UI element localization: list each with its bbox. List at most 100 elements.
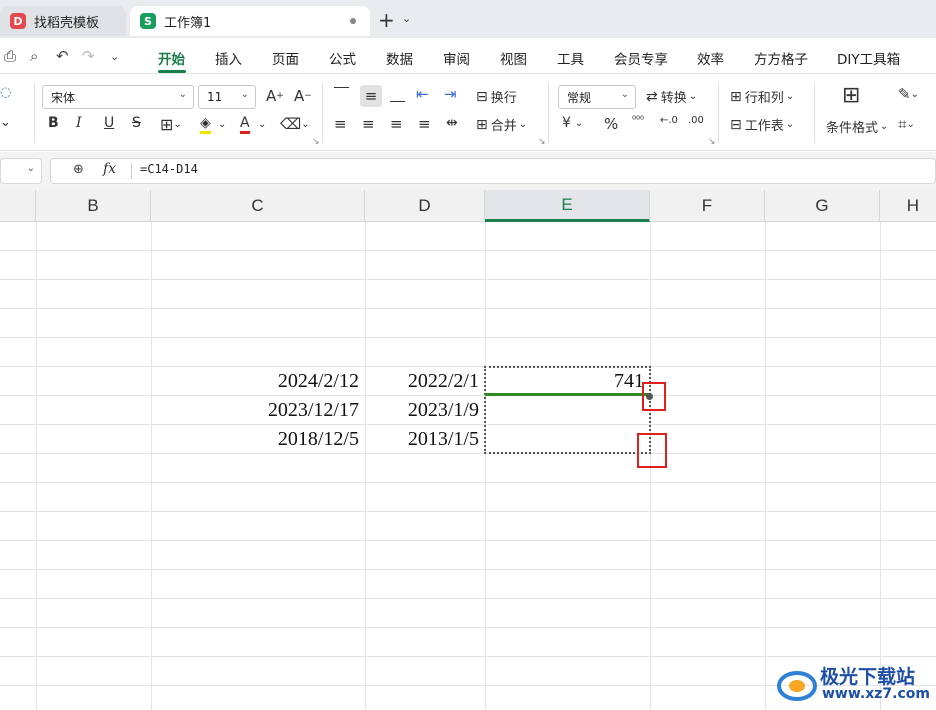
chevron-down-icon[interactable]: ⌄ bbox=[218, 119, 226, 130]
convert-button[interactable]: ⇄ 转换 ⌄ bbox=[646, 87, 698, 107]
align-middle-icon[interactable]: ≡ bbox=[360, 85, 382, 107]
redo-icon[interactable]: ↷ bbox=[82, 47, 95, 65]
distributed-align-icon[interactable]: ⇹ bbox=[446, 115, 458, 131]
align-right-icon[interactable]: ≡ bbox=[390, 115, 403, 133]
new-tab-plus-icon[interactable]: + bbox=[378, 8, 395, 32]
column-header-c[interactable]: C bbox=[151, 190, 365, 222]
shrink-font-icon[interactable]: A − bbox=[294, 87, 312, 105]
paste-options-icon[interactable]: ⌄ bbox=[0, 115, 11, 130]
increase-decimal-icon[interactable]: ←.0 bbox=[660, 115, 678, 126]
print-preview-icon[interactable]: ⌕ bbox=[30, 47, 38, 65]
name-box[interactable]: ⌄ bbox=[0, 158, 42, 184]
dialog-launcher-icon[interactable]: ↘ bbox=[538, 137, 546, 147]
column-header-h[interactable]: H bbox=[880, 190, 936, 222]
conditional-format-icon[interactable]: ⊞ bbox=[842, 83, 860, 108]
divider bbox=[718, 83, 719, 143]
cell-d16[interactable]: 2013/1/5 bbox=[365, 425, 485, 454]
tab-docer-templates[interactable]: D 找稻壳模板 bbox=[0, 6, 126, 36]
column-header-f[interactable]: F bbox=[650, 190, 765, 222]
gridline bbox=[880, 222, 881, 710]
watermark-title: 极光下载站 bbox=[820, 666, 916, 688]
dialog-launcher-icon[interactable]: ↘ bbox=[312, 137, 320, 147]
chevron-down-icon: ⌄ bbox=[688, 91, 698, 102]
thousands-separator-icon[interactable]: ⁰⁰⁰ bbox=[632, 115, 644, 126]
column-header-g[interactable]: G bbox=[765, 190, 880, 222]
rows-columns-button[interactable]: ⊞ 行和列 ⌄ bbox=[730, 87, 794, 107]
insert-function-button[interactable]: fx bbox=[103, 161, 116, 177]
column-header-b[interactable]: B bbox=[36, 190, 151, 222]
underline-button[interactable]: U bbox=[104, 115, 114, 131]
decrease-decimal-icon[interactable]: .00 bbox=[688, 115, 704, 126]
zoom-formula-icon[interactable]: ⊕ bbox=[73, 162, 84, 177]
grow-font-icon[interactable]: A + bbox=[266, 87, 284, 105]
menu-member[interactable]: 会员专享 bbox=[614, 48, 668, 68]
menu-fangfang[interactable]: 方方格子 bbox=[754, 48, 808, 68]
print-icon[interactable]: ⎙ bbox=[4, 47, 16, 65]
dialog-launcher-icon[interactable]: ↘ bbox=[708, 137, 716, 147]
divider bbox=[131, 163, 132, 179]
spreadsheet-grid[interactable]: B C D E F G H 2024/2/12 2022/2/1 741 202… bbox=[0, 190, 936, 710]
gridline bbox=[0, 308, 936, 309]
chevron-down-icon[interactable]: ⌄ bbox=[402, 12, 411, 25]
decrease-indent-icon[interactable]: ⇤ bbox=[416, 85, 429, 103]
cell-d15[interactable]: 2023/1/9 bbox=[365, 396, 485, 425]
bold-button[interactable]: B bbox=[48, 115, 59, 131]
fill-color-icon[interactable]: ◈ bbox=[200, 115, 211, 134]
menu-formula[interactable]: 公式 bbox=[329, 48, 356, 68]
menu-review[interactable]: 审阅 bbox=[443, 48, 470, 68]
borders-icon[interactable]: ⊞ ⌄ bbox=[160, 115, 182, 134]
tab-label: 工作簿1 bbox=[164, 15, 212, 31]
crop-icon[interactable]: ⌗ ⌄ bbox=[898, 115, 915, 133]
chevron-down-icon: ⌄ bbox=[574, 117, 584, 129]
align-left-icon[interactable]: ≡ bbox=[334, 115, 347, 133]
menu-view[interactable]: 视图 bbox=[500, 48, 527, 68]
font-size-select[interactable]: 11 ⌄ bbox=[198, 85, 256, 109]
cell-style-icon[interactable]: ✎ ⌄ bbox=[898, 85, 919, 103]
eraser-icon[interactable]: ⌫ ⌄ bbox=[280, 115, 310, 133]
menu-diy-toolbox[interactable]: DIY工具箱 bbox=[837, 48, 900, 68]
tab-workbook[interactable]: S 工作簿1 bbox=[130, 6, 370, 36]
wrap-text-button[interactable]: ⊟ 换行 bbox=[476, 87, 517, 107]
conditional-format-button[interactable]: 条件格式 ⌄ bbox=[826, 117, 888, 136]
unsaved-dot-icon[interactable] bbox=[350, 18, 356, 24]
column-header-d[interactable]: D bbox=[365, 190, 485, 222]
formula-input[interactable]: =C14-D14 bbox=[140, 162, 198, 176]
currency-button[interactable]: ¥ ⌄ bbox=[562, 115, 583, 131]
align-top-icon[interactable]: ⎺ bbox=[334, 85, 349, 103]
menu-home[interactable]: 开始 bbox=[158, 48, 185, 68]
align-center-icon[interactable]: ≡ bbox=[362, 115, 375, 133]
increase-indent-icon[interactable]: ⇥ bbox=[444, 85, 457, 103]
font-color-button[interactable]: A bbox=[240, 115, 250, 134]
justify-icon[interactable]: ≡ bbox=[418, 115, 431, 133]
divider bbox=[34, 83, 35, 143]
chevron-down-icon[interactable]: ⌄ bbox=[110, 50, 119, 63]
cell-c15[interactable]: 2023/12/17 bbox=[151, 396, 365, 425]
percent-button[interactable]: % bbox=[604, 115, 618, 133]
gridline bbox=[765, 222, 766, 710]
menu-page[interactable]: 页面 bbox=[272, 48, 299, 68]
cell-d14[interactable]: 2022/2/1 bbox=[365, 367, 485, 396]
chevron-down-icon[interactable]: ⌄ bbox=[258, 119, 266, 130]
cell-c16[interactable]: 2018/12/5 bbox=[151, 425, 365, 454]
menu-tools[interactable]: 工具 bbox=[557, 48, 584, 68]
column-header-a[interactable] bbox=[0, 190, 36, 222]
number-format-select[interactable]: 常规 ⌄ bbox=[558, 85, 636, 109]
divider bbox=[548, 83, 549, 143]
worksheet-button[interactable]: ⊟ 工作表 ⌄ bbox=[730, 115, 794, 135]
format-painter-icon[interactable]: ◌ bbox=[0, 85, 11, 100]
merge-cells-button[interactable]: ⊞ 合并 ⌄ bbox=[476, 115, 527, 135]
strikethrough-button[interactable]: S bbox=[132, 115, 141, 131]
menu-data[interactable]: 数据 bbox=[386, 48, 413, 68]
font-name-select[interactable]: 宋体 ⌄ bbox=[42, 85, 194, 109]
align-bottom-icon[interactable]: ⎽ bbox=[390, 85, 405, 103]
cell-c14[interactable]: 2024/2/12 bbox=[151, 367, 365, 396]
menu-bar: ⎙ ⌕ ↶ ↷ ⌄ 开始 插入 页面 公式 数据 审阅 视图 工具 会员专享 效… bbox=[0, 38, 936, 74]
gridline bbox=[0, 627, 936, 628]
italic-button[interactable]: I bbox=[76, 115, 82, 131]
column-header-e[interactable]: E bbox=[485, 190, 650, 222]
menu-insert[interactable]: 插入 bbox=[215, 48, 242, 68]
undo-icon[interactable]: ↶ bbox=[56, 47, 69, 65]
chevron-down-icon[interactable]: ⌄ bbox=[27, 163, 35, 174]
menu-efficiency[interactable]: 效率 bbox=[697, 48, 724, 68]
conditional-format-label: 条件格式 bbox=[826, 121, 879, 136]
